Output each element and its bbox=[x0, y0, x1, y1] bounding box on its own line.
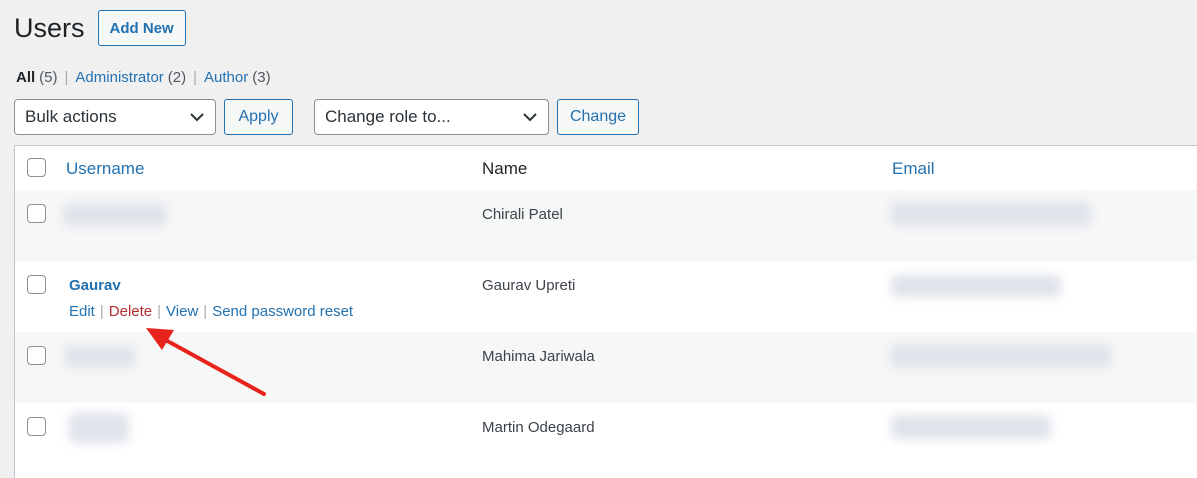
bulk-actions-select[interactable]: Bulk actions bbox=[14, 99, 216, 135]
email-blurred bbox=[891, 275, 1061, 297]
page-header: Users Add New bbox=[14, 10, 186, 46]
action-separator: | bbox=[203, 303, 208, 320]
change-role-select[interactable]: Change role to... bbox=[314, 99, 549, 135]
row-checkbox[interactable] bbox=[27, 417, 46, 436]
user-name: Mahima Jariwala bbox=[482, 348, 595, 365]
change-role-value: Change role to... bbox=[325, 107, 451, 126]
table-row: Martin Odegaard bbox=[15, 403, 1197, 474]
filter-administrator[interactable]: Administrator bbox=[75, 69, 163, 86]
username-blurred bbox=[69, 413, 129, 443]
page-title: Users bbox=[14, 12, 85, 43]
red-arrow-annotation bbox=[146, 328, 266, 396]
users-table: Username Name Email Chirali Patel Gaurav… bbox=[14, 145, 1197, 478]
username-blurred bbox=[65, 346, 135, 368]
filter-all[interactable]: All bbox=[16, 69, 35, 86]
role-filter-links: All (5) | Administrator (2) | Author (3) bbox=[16, 69, 271, 86]
filter-administrator-count: (2) bbox=[167, 69, 187, 86]
user-name: Gaurav Upreti bbox=[482, 277, 576, 294]
action-separator: | bbox=[99, 303, 104, 320]
column-email[interactable]: Email bbox=[892, 159, 935, 179]
column-name: Name bbox=[482, 159, 528, 178]
chevron-down-icon bbox=[523, 113, 537, 122]
row-checkbox[interactable] bbox=[27, 346, 46, 365]
email-blurred bbox=[891, 415, 1051, 439]
user-name: Martin Odegaard bbox=[482, 419, 595, 436]
apply-button[interactable]: Apply bbox=[224, 99, 293, 135]
table-row: Chirali Patel bbox=[15, 190, 1197, 261]
row-checkbox[interactable] bbox=[27, 275, 46, 294]
filter-author[interactable]: Author bbox=[204, 69, 248, 86]
filter-all-count: (5) bbox=[39, 69, 58, 86]
column-username[interactable]: Username bbox=[66, 159, 144, 179]
select-all-checkbox[interactable] bbox=[27, 158, 46, 177]
email-blurred bbox=[891, 202, 1091, 226]
row-actions: Edit | Delete | View | Send password res… bbox=[69, 303, 353, 320]
delete-link[interactable]: Delete bbox=[109, 303, 152, 320]
email-blurred bbox=[891, 344, 1111, 368]
edit-link[interactable]: Edit bbox=[69, 303, 95, 320]
chevron-down-icon bbox=[190, 113, 204, 122]
view-link[interactable]: View bbox=[166, 303, 198, 320]
filter-author-count: (3) bbox=[252, 69, 271, 86]
filter-separator: | bbox=[193, 69, 198, 86]
add-new-button[interactable]: Add New bbox=[97, 10, 186, 46]
action-separator: | bbox=[157, 303, 162, 320]
user-name: Chirali Patel bbox=[482, 206, 563, 223]
filter-separator: | bbox=[64, 69, 69, 86]
bulk-actions-value: Bulk actions bbox=[25, 107, 117, 126]
send-password-reset-link[interactable]: Send password reset bbox=[212, 303, 353, 320]
row-checkbox[interactable] bbox=[27, 204, 46, 223]
username-link[interactable]: Gaurav bbox=[69, 277, 121, 294]
table-header: Username Name Email bbox=[15, 146, 1197, 191]
change-button[interactable]: Change bbox=[557, 99, 639, 135]
username-blurred bbox=[63, 204, 167, 226]
